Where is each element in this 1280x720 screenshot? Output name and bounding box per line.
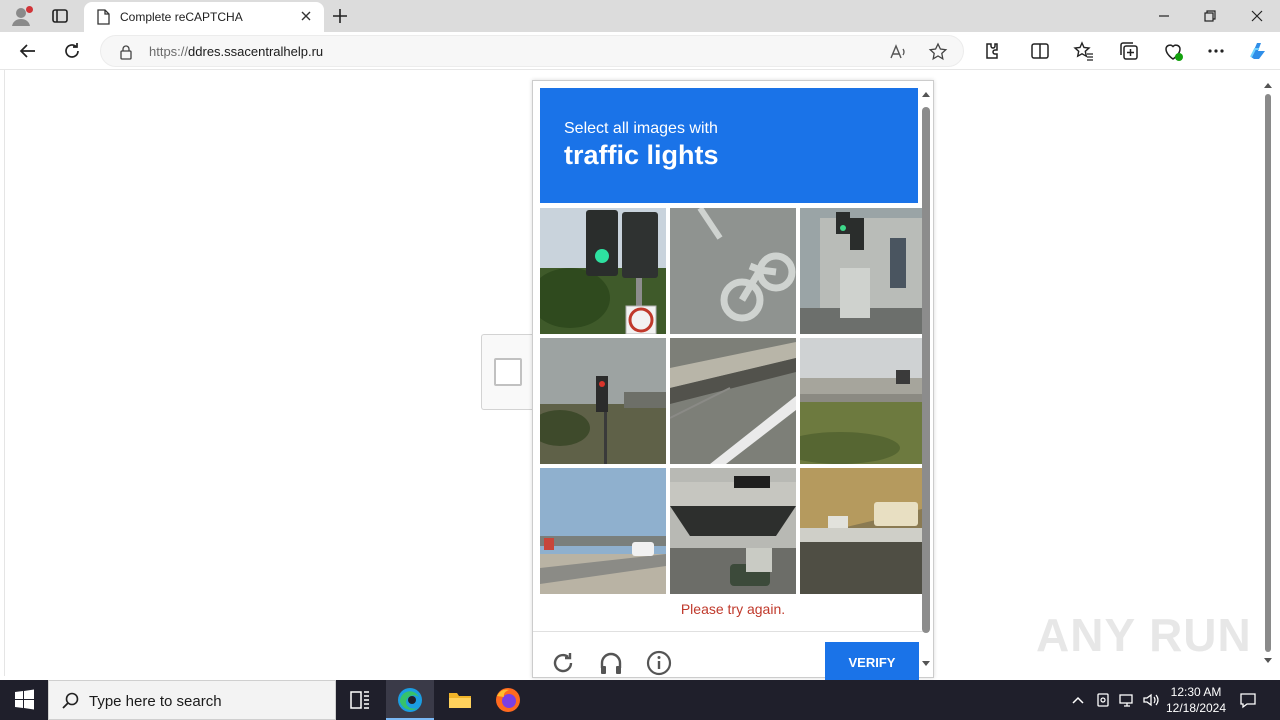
more-menu-icon[interactable] — [1204, 39, 1228, 63]
bike-lane-tile[interactable] — [670, 208, 796, 334]
favorite-star-icon[interactable] — [927, 41, 949, 63]
search-icon — [61, 691, 81, 711]
roadside-grass-tile[interactable] — [800, 338, 926, 464]
captcha-header: Select all images with traffic lights — [540, 88, 918, 203]
lock-icon[interactable] — [119, 44, 133, 60]
close-tab-icon[interactable] — [298, 8, 314, 24]
back-icon[interactable] — [16, 39, 40, 63]
taskbar-search-box[interactable]: Type here to search — [48, 680, 336, 720]
recaptcha-checkbox-card — [481, 334, 537, 410]
restore-icon[interactable] — [1188, 4, 1232, 28]
search-placeholder: Type here to search — [89, 693, 222, 710]
split-screen-icon[interactable] — [1028, 39, 1052, 63]
minimize-icon[interactable] — [1142, 4, 1186, 28]
captcha-footer: VERIFY — [533, 631, 925, 682]
notifications-icon[interactable] — [1238, 690, 1258, 710]
tab-actions-icon[interactable] — [50, 6, 70, 26]
read-aloud-icon[interactable] — [887, 41, 909, 63]
browser-essentials-icon[interactable] — [1161, 39, 1185, 63]
close-window-icon[interactable] — [1234, 4, 1278, 28]
favorites-icon[interactable] — [1072, 39, 1096, 63]
page-scrollbar[interactable] — [1261, 76, 1275, 670]
page-icon — [96, 9, 110, 25]
show-hidden-icons-icon[interactable] — [1068, 690, 1088, 710]
file-explorer-icon[interactable] — [436, 680, 484, 720]
new-tab-icon[interactable] — [330, 6, 350, 26]
collections-icon[interactable] — [1117, 39, 1141, 63]
watermark-logo: ANY RUN — [1036, 609, 1252, 661]
tab-title: Complete reCAPTCHA — [120, 10, 243, 24]
intersection-tile[interactable] — [670, 468, 796, 594]
red-signal-tile[interactable] — [540, 338, 666, 464]
reload-challenge-icon[interactable] — [550, 650, 576, 676]
task-view-icon[interactable] — [336, 680, 384, 720]
tab-active[interactable]: Complete reCAPTCHA — [84, 2, 324, 32]
captcha-scrollbar-thumb[interactable] — [922, 107, 930, 633]
clock-time: 12:30 AM — [1170, 685, 1222, 699]
network-icon[interactable] — [1117, 690, 1137, 710]
browser-toolbar: https://ddres.ssacentralhelp.ru — [0, 32, 1280, 70]
captcha-instruction: Select all images with — [564, 120, 718, 137]
device-icon[interactable] — [1093, 690, 1113, 710]
tab-strip: Complete reCAPTCHA — [0, 0, 1280, 32]
captcha-challenge: Select all images with traffic lights Pl… — [532, 80, 934, 682]
profile-avatar-icon[interactable] — [10, 5, 33, 27]
firefox-icon[interactable] — [484, 680, 532, 720]
notification-dot — [26, 6, 33, 13]
audio-challenge-icon[interactable] — [598, 650, 624, 676]
windows-start-icon[interactable] — [0, 680, 48, 720]
captcha-scrollbar[interactable] — [919, 87, 933, 673]
road-barrier-tile[interactable] — [670, 338, 796, 464]
extensions-icon[interactable] — [980, 39, 1004, 63]
traffic-signal-tile[interactable] — [540, 208, 666, 334]
verify-button[interactable]: VERIFY — [825, 642, 919, 682]
clock-date: 12/18/2024 — [1165, 701, 1227, 715]
captcha-error-message: Please try again. — [680, 601, 786, 617]
copilot-icon[interactable] — [1246, 39, 1270, 63]
refresh-icon[interactable] — [60, 39, 84, 63]
info-icon[interactable] — [646, 650, 672, 676]
taskbar-clock[interactable]: 12:30 AM 12/18/2024 — [1160, 684, 1232, 716]
taskbar: Type here to search 12:30 AM 12/18/2024 — [0, 680, 1280, 720]
address-bar[interactable]: https://ddres.ssacentralhelp.ru — [100, 35, 964, 67]
highway-overpass-tile[interactable] — [540, 468, 666, 594]
volume-icon[interactable] — [1141, 690, 1161, 710]
page-scrollbar-thumb[interactable] — [1265, 94, 1271, 652]
recaptcha-checkbox[interactable] — [494, 358, 522, 386]
captcha-image-grid — [540, 208, 926, 594]
edge-browser-icon[interactable] — [386, 680, 434, 720]
url-text[interactable]: https://ddres.ssacentralhelp.ru — [149, 44, 323, 59]
school-bus-tile[interactable] — [800, 468, 926, 594]
building-signal-tile[interactable] — [800, 208, 926, 334]
captcha-target-object: traffic lights — [564, 140, 719, 170]
